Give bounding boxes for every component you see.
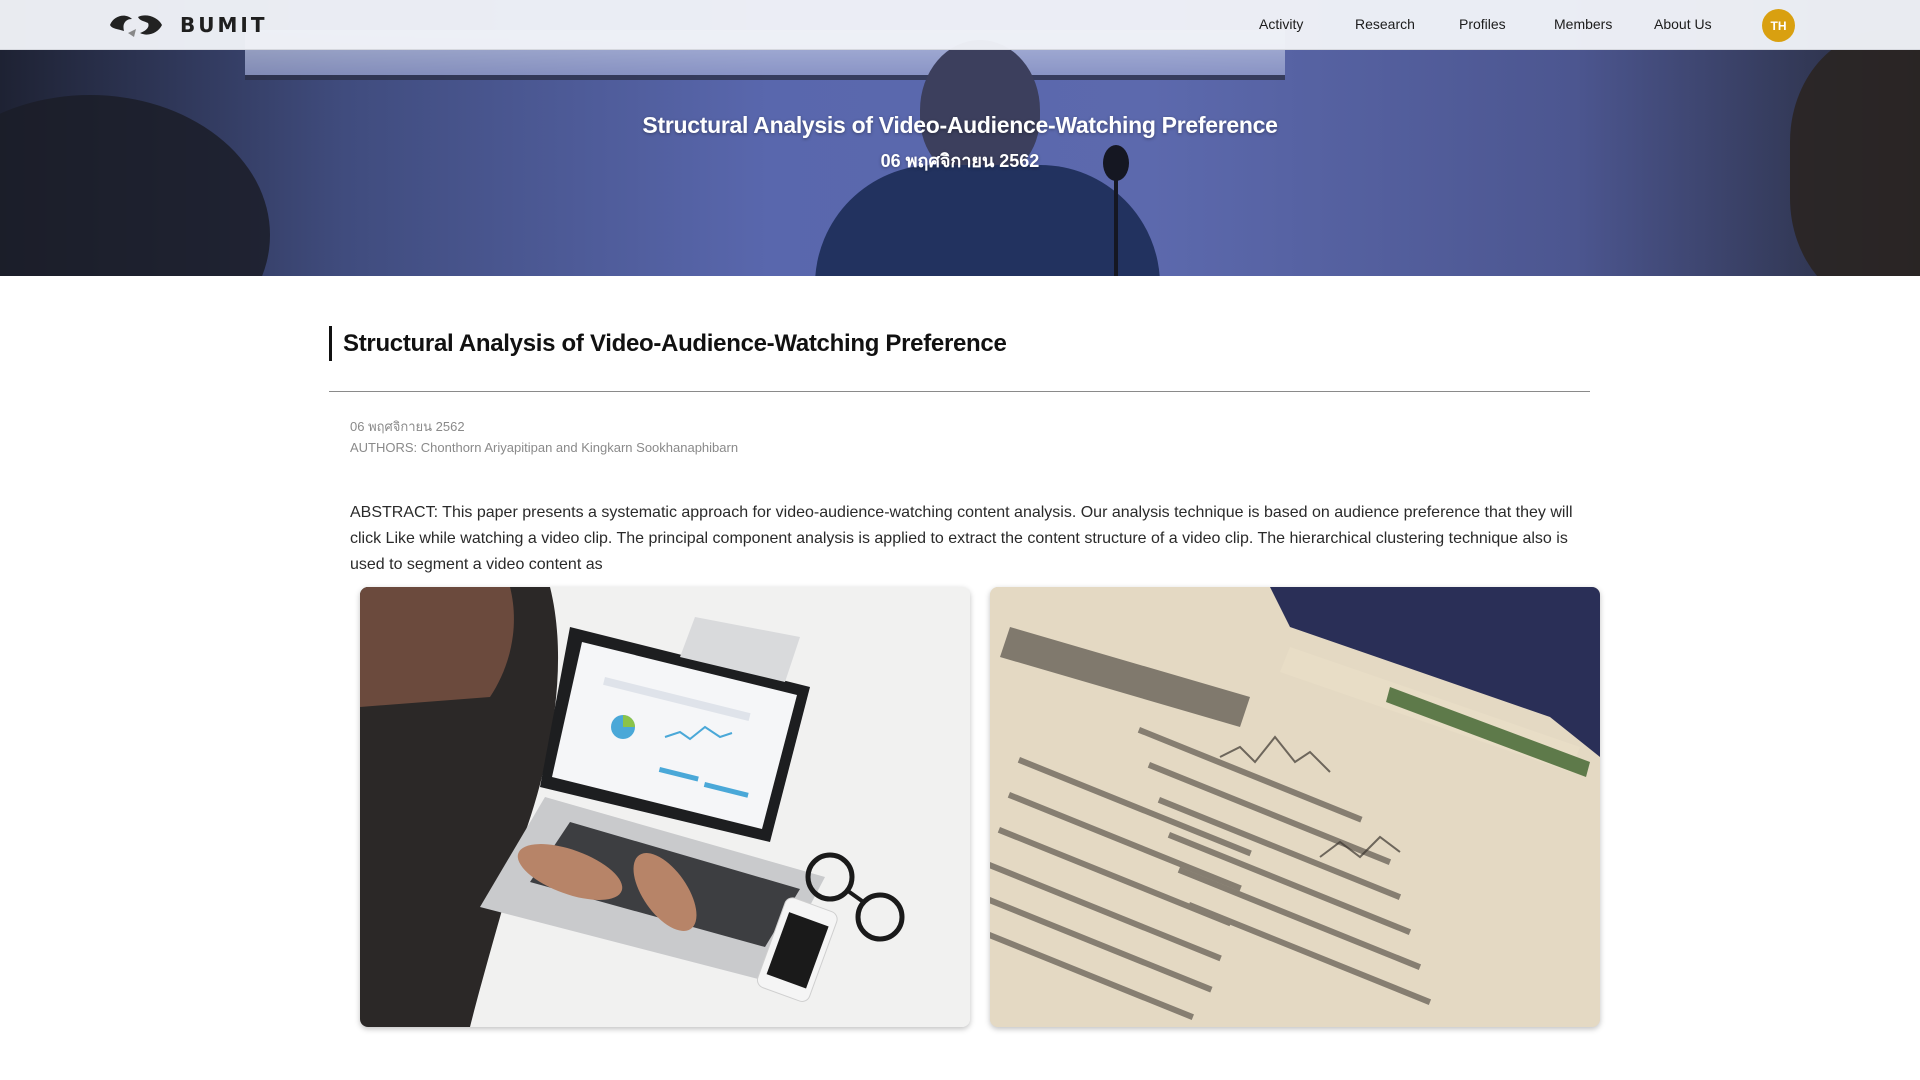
language-switch-button[interactable]: TH	[1762, 9, 1795, 42]
article-authors: AUTHORS: Chonthorn Ariyapitipan and King…	[350, 440, 739, 455]
article-title: Structural Analysis of Video-Audience-Wa…	[343, 329, 1007, 357]
nav-profiles[interactable]: Profiles	[1459, 16, 1506, 32]
nav-about-us[interactable]: About Us	[1654, 16, 1712, 32]
hero-microphone-stand	[1114, 175, 1118, 276]
top-navigation-bar: BUMIT Activity Research Profiles Members…	[0, 0, 1920, 50]
article-abstract: ABSTRACT: This paper presents a systemat…	[350, 504, 1573, 573]
hero-title: Structural Analysis of Video-Audience-Wa…	[642, 112, 1278, 138]
article-heading: Structural Analysis of Video-Audience-Wa…	[329, 326, 1007, 361]
laptop-analytics-photo	[360, 587, 970, 1027]
brand-name: BUMIT	[180, 13, 268, 37]
newspaper-photo-illustration	[990, 587, 1600, 1027]
nav-members[interactable]: Members	[1554, 16, 1612, 32]
article-date: 06 พฤศจิกายน 2562	[350, 419, 465, 434]
hero-speaker-body	[815, 165, 1160, 276]
newspaper-photo	[990, 587, 1600, 1027]
bumit-logo-icon	[110, 15, 162, 37]
brand-logo[interactable]: BUMIT	[108, 11, 267, 39]
laptop-photo-illustration	[360, 587, 970, 1027]
nav-research[interactable]: Research	[1355, 16, 1415, 32]
title-divider	[329, 391, 1590, 392]
hero-date: 06 พฤศจิกายน 2562	[880, 151, 1040, 171]
nav-activity[interactable]: Activity	[1259, 16, 1303, 32]
